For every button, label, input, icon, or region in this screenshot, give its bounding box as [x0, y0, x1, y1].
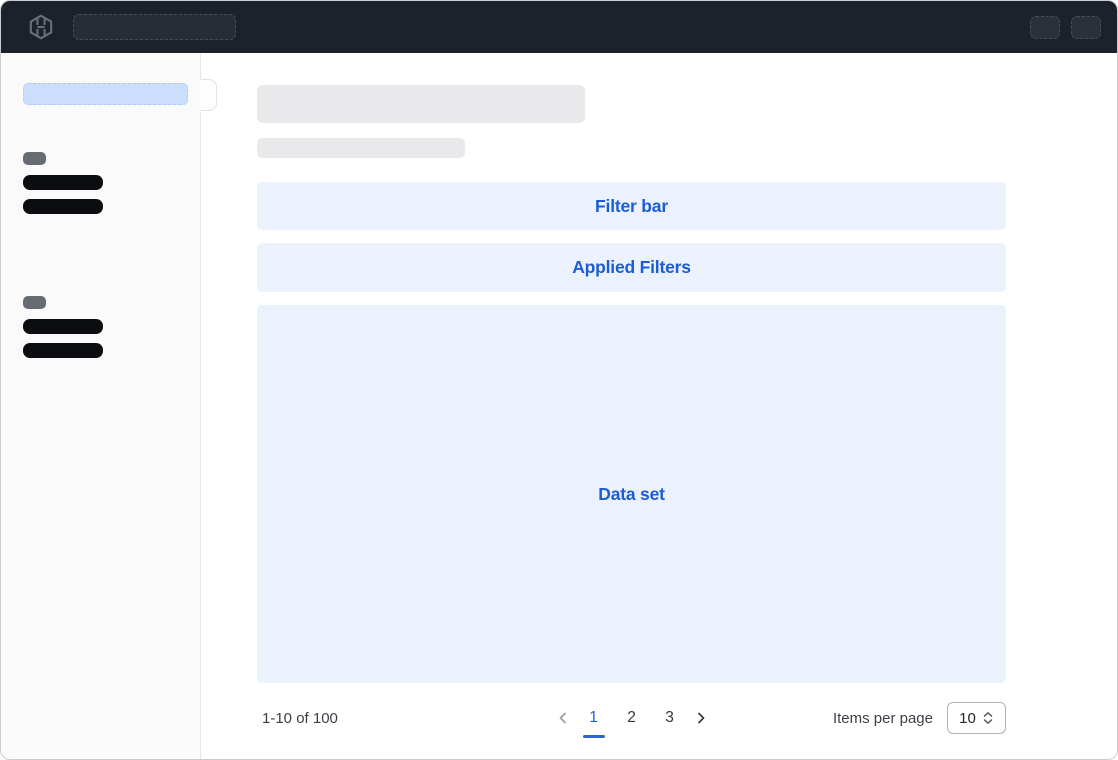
page-button-1[interactable]: 1	[582, 700, 606, 736]
main-area: Filter bar Applied Filters Data set 1-10…	[201, 53, 1117, 759]
page-button-3[interactable]: 3	[658, 700, 682, 736]
items-per-page: Items per page 10	[833, 702, 1006, 734]
items-per-page-select[interactable]: 10	[947, 702, 1006, 734]
app-window: Filter bar Applied Filters Data set 1-10…	[0, 0, 1118, 760]
chevron-up-down-icon	[982, 711, 994, 725]
nav-action-skeleton	[1071, 16, 1101, 39]
sidebar-section-title-skeleton	[23, 296, 46, 309]
sidebar-section-title-skeleton	[23, 152, 46, 165]
sidebar-nav-item-skeleton	[23, 175, 103, 190]
page-subtitle-skeleton	[257, 138, 465, 158]
page-button-2[interactable]: 2	[620, 700, 644, 736]
hashicorp-logo-icon	[28, 14, 54, 40]
applied-filters-label: Applied Filters	[572, 257, 691, 278]
filter-bar-label: Filter bar	[595, 196, 668, 217]
pagination: 1-10 of 100 1 2 3 Items per page	[257, 697, 1006, 739]
data-set-placeholder: Data set	[257, 305, 1006, 683]
top-navbar	[1, 1, 1117, 53]
chevron-right-icon	[694, 711, 708, 725]
pager: 1 2 3	[551, 697, 713, 739]
sidebar-active-item-skeleton	[23, 83, 188, 105]
pagination-range: 1-10 of 100	[262, 710, 338, 727]
filter-bar-placeholder: Filter bar	[257, 182, 1006, 230]
items-per-page-value: 10	[959, 710, 976, 727]
app-body: Filter bar Applied Filters Data set 1-10…	[1, 53, 1117, 759]
page-title-skeleton	[257, 85, 585, 123]
data-set-label: Data set	[598, 484, 665, 505]
sidebar	[1, 53, 201, 759]
items-per-page-label: Items per page	[833, 710, 933, 727]
main-content: Filter bar Applied Filters Data set 1-10…	[257, 53, 1006, 739]
nav-search-skeleton	[73, 14, 236, 40]
sidebar-toggle-button[interactable]	[200, 79, 217, 111]
sidebar-nav-item-skeleton	[23, 199, 103, 214]
sidebar-nav-item-skeleton	[23, 319, 103, 334]
sidebar-nav-item-skeleton	[23, 343, 103, 358]
nav-actions	[1030, 16, 1101, 39]
nav-action-skeleton	[1030, 16, 1060, 39]
prev-page-button[interactable]	[551, 700, 575, 736]
applied-filters-placeholder: Applied Filters	[257, 243, 1006, 292]
next-page-button[interactable]	[689, 700, 713, 736]
chevron-left-icon	[556, 711, 570, 725]
